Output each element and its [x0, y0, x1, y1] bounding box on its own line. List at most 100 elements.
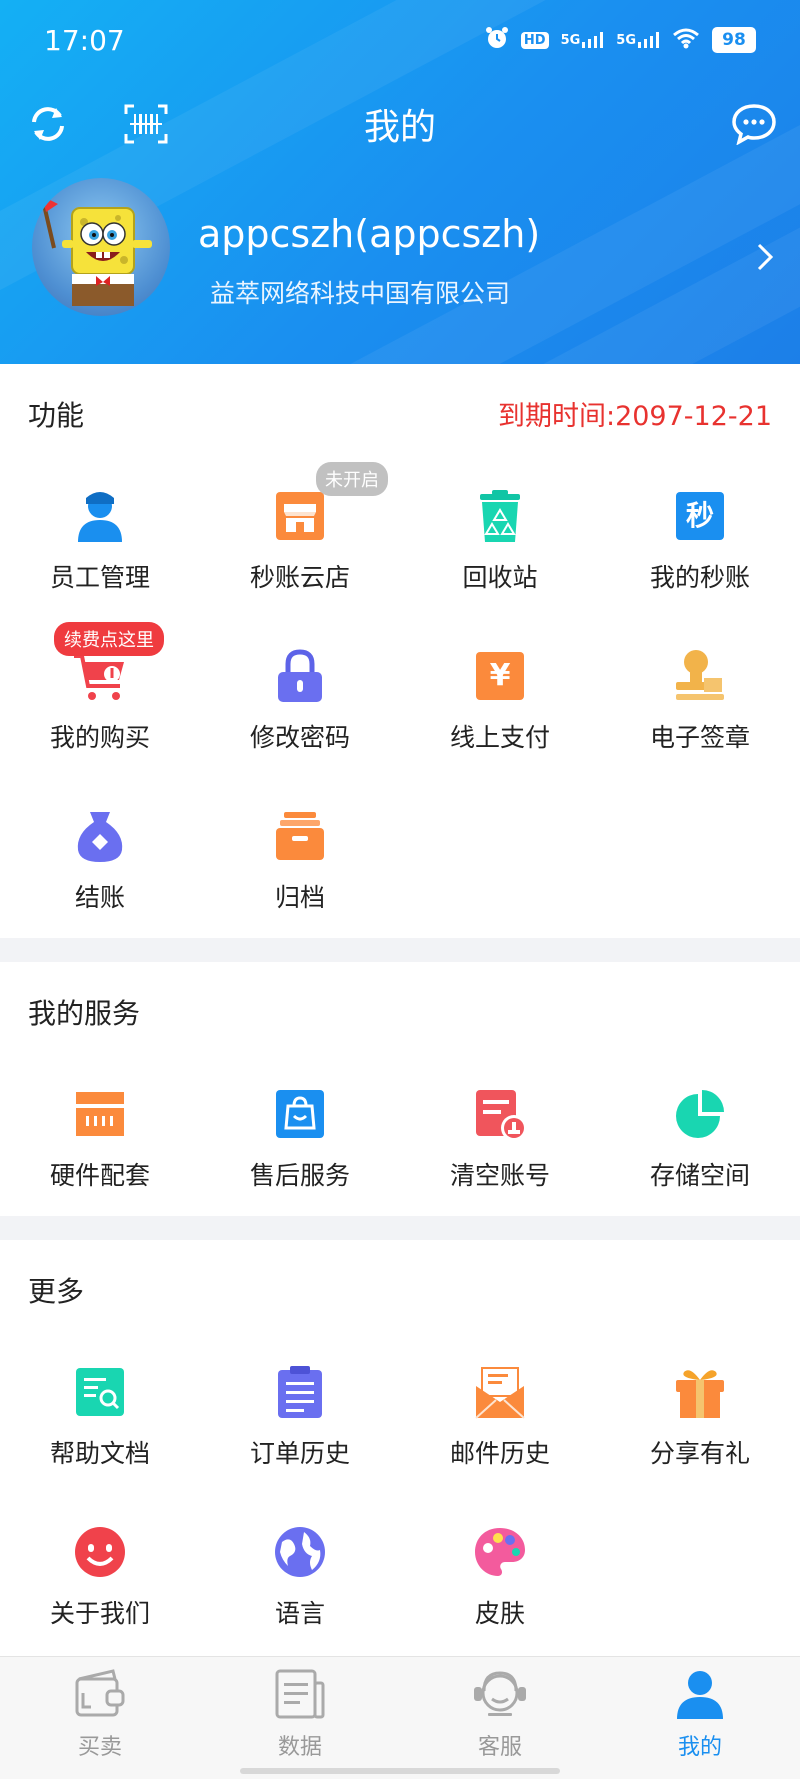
grid-label: 员工管理	[49, 563, 150, 592]
grid-label: 帮助文档	[49, 1439, 150, 1468]
help-doc-icon	[72, 1364, 128, 1420]
grid-label: 分享有礼	[649, 1439, 750, 1468]
alarm-icon	[485, 26, 509, 54]
grid-label: 修改密码	[249, 723, 350, 752]
grid-label: 硬件配套	[49, 1161, 150, 1190]
shopping-bag-icon	[272, 1086, 328, 1142]
more-section: 更多 帮助文档 订单历史 邮件历史 分享有礼 关于我们 语言 皮肤	[0, 1240, 800, 1656]
seal-icon	[672, 648, 728, 704]
tab-label: 数据	[277, 1735, 322, 1760]
battery-icon: 98	[712, 27, 756, 53]
grid-item-order-history[interactable]: 订单历史	[200, 1364, 400, 1484]
grid-item-cloud-store[interactable]: 未开启 秒账云店	[200, 462, 400, 608]
tab-trade[interactable]: 买卖	[0, 1669, 200, 1761]
grid-label: 语言	[274, 1599, 325, 1628]
grid-label: 线上支付	[449, 723, 550, 752]
avatar[interactable]	[32, 178, 170, 316]
grid-item-my-miaozhang[interactable]: 秒 我的秒账	[600, 488, 800, 608]
grid-label: 归档	[274, 883, 325, 912]
grid-item-help-doc[interactable]: 帮助文档	[0, 1364, 200, 1484]
grid-item-mail-history[interactable]: 邮件历史	[400, 1364, 600, 1484]
grid-label: 我的购买	[49, 723, 150, 752]
data-icon	[273, 1669, 327, 1723]
wallet-icon	[73, 1669, 127, 1723]
miao-icon: 秒	[672, 488, 728, 544]
username: appcszh(appcszh)	[198, 212, 541, 256]
grid-item-share-gift[interactable]: 分享有礼	[600, 1364, 800, 1484]
globe-icon	[272, 1524, 328, 1580]
status-badge: 未开启	[316, 462, 388, 496]
lock-icon	[272, 648, 328, 704]
tab-label: 客服	[477, 1735, 522, 1760]
grid-label: 邮件历史	[449, 1439, 550, 1468]
status-time: 17:07	[44, 24, 125, 57]
clear-account-icon	[472, 1086, 528, 1142]
message-icon[interactable]	[728, 98, 780, 150]
grid-item-online-payment[interactable]: ¥ 线上支付	[400, 648, 600, 768]
grid-item-storage[interactable]: 存储空间	[600, 1086, 800, 1206]
profile-row[interactable]: appcszh(appcszh) 益萃网络科技中国有限公司	[0, 170, 800, 350]
signal-icon-2: 5G	[616, 32, 660, 48]
grid-item-recycle-bin[interactable]: 回收站	[400, 488, 600, 608]
order-history-icon	[272, 1364, 328, 1420]
tab-label: 买卖	[77, 1735, 122, 1760]
yuan-icon: ¥	[472, 648, 528, 704]
grid-label: 结账	[74, 883, 125, 912]
grid-label: 关于我们	[49, 1599, 150, 1628]
expiry-date: 到期时间:2097-12-21	[497, 401, 772, 432]
company-name: 益萃网络科技中国有限公司	[210, 279, 511, 308]
palette-icon	[472, 1524, 528, 1580]
grid-item-e-seal[interactable]: 电子签章	[600, 648, 800, 768]
title-bar: 我的	[0, 84, 800, 168]
functions-section: 功能 到期时间:2097-12-21 员工管理 未开启 秒账云店 回收站 秒 我…	[0, 364, 800, 938]
pie-chart-icon	[672, 1086, 728, 1142]
more-title: 更多	[28, 1275, 85, 1308]
signal-icon-1: 5G	[561, 32, 605, 48]
functions-title: 功能	[28, 399, 85, 432]
gift-icon	[672, 1364, 728, 1420]
tab-customer-service[interactable]: 客服	[400, 1669, 600, 1761]
services-section: 我的服务 硬件配套 售后服务 清空账号 存储空间	[0, 962, 800, 1216]
grid-item-hardware[interactable]: 硬件配套	[0, 1086, 200, 1206]
tab-label: 我的	[677, 1735, 722, 1760]
user-icon	[673, 1671, 727, 1723]
archive-icon	[272, 808, 328, 864]
tab-mine[interactable]: 我的	[600, 1669, 800, 1761]
status-bar: 17:07 HD 5G 5G 98	[0, 0, 800, 84]
home-indicator	[240, 1768, 560, 1774]
grid-label: 清空账号	[449, 1161, 550, 1190]
mail-icon	[472, 1364, 528, 1420]
hd-icon: HD	[520, 31, 549, 49]
money-bag-icon	[72, 808, 128, 864]
grid-item-clear-account[interactable]: 清空账号	[400, 1086, 600, 1206]
staff-icon	[72, 488, 128, 544]
bottom-tab-bar: 买卖 数据 客服 我的	[0, 1656, 800, 1779]
grid-label: 秒账云店	[249, 563, 350, 592]
grid-label: 电子签章	[649, 723, 750, 752]
store-icon: 未开启	[272, 462, 388, 544]
renew-badge[interactable]: 续费点这里	[54, 622, 164, 656]
grid-label: 售后服务	[249, 1161, 350, 1190]
grid-label: 订单历史	[249, 1439, 350, 1468]
grid-item-my-purchase[interactable]: 续费点这里 我的购买	[0, 622, 200, 768]
wifi-icon	[672, 27, 700, 53]
grid-label: 我的秒账	[649, 563, 750, 592]
grid-item-skin[interactable]: 皮肤	[400, 1524, 600, 1644]
smile-icon	[72, 1524, 128, 1580]
tab-data[interactable]: 数据	[200, 1669, 400, 1761]
page-title: 我的	[363, 107, 436, 148]
grid-item-archive[interactable]: 归档	[200, 808, 400, 928]
grid-label: 皮肤	[474, 1599, 525, 1628]
headset-icon	[470, 1671, 530, 1723]
grid-item-change-password[interactable]: 修改密码	[200, 648, 400, 768]
grid-label: 存储空间	[649, 1161, 750, 1190]
services-title: 我的服务	[28, 997, 141, 1030]
recycle-bin-icon	[472, 488, 528, 544]
grid-item-about-us[interactable]: 关于我们	[0, 1524, 200, 1644]
grid-item-staff[interactable]: 员工管理	[0, 488, 200, 608]
grid-item-language[interactable]: 语言	[200, 1524, 400, 1644]
grid-item-after-sales[interactable]: 售后服务	[200, 1086, 400, 1206]
grid-label: 回收站	[462, 563, 538, 592]
chevron-right-icon[interactable]	[756, 242, 774, 276]
grid-item-checkout[interactable]: 结账	[0, 808, 200, 928]
